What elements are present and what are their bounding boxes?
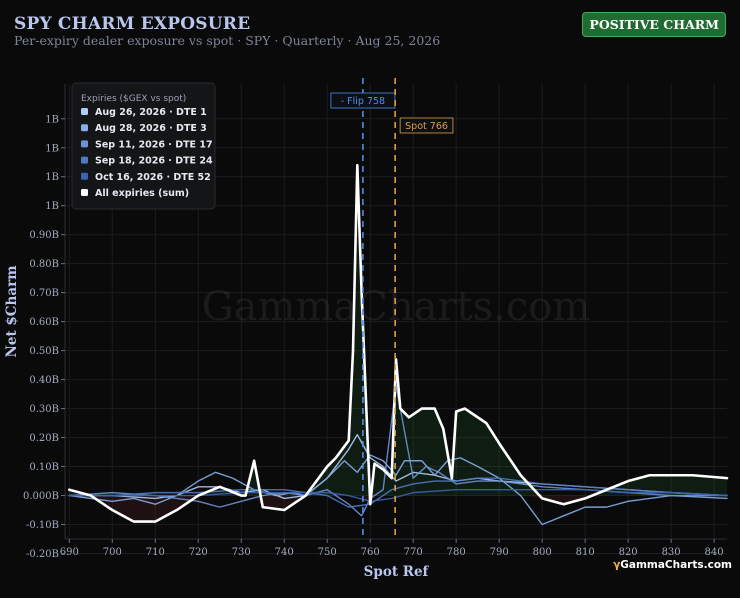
- x-tick-label: 820: [619, 547, 638, 558]
- y-tick-label: 1B: [45, 201, 59, 212]
- x-tick-label: 840: [705, 547, 724, 558]
- spot-callout-label: Spot 766: [405, 121, 448, 132]
- watermark: GammaCharts.com: [202, 284, 591, 330]
- x-tick-label: 780: [447, 547, 466, 558]
- y-axis-ticks: 1B 1B 1B 1B 0.90B 0.80B 0.70B 0.60B 0.50B 0.40B 0.…: [23, 114, 65, 560]
- y-tick-label: 0.000B: [23, 491, 59, 502]
- x-tick-label: 720: [189, 547, 208, 558]
- y-tick-label: 0.40B: [29, 375, 59, 386]
- y-tick-label: 0.90B: [29, 230, 59, 241]
- legend-item: Aug 26, 2026 · DTE 1: [95, 107, 207, 118]
- legend-swatch: [81, 156, 88, 164]
- legend-item: Oct 16, 2026 · DTE 52: [95, 172, 211, 183]
- x-tick-label: 830: [662, 547, 681, 558]
- y-tick-label: 0.80B: [29, 259, 59, 270]
- legend-item: All expiries (sum): [95, 188, 189, 199]
- legend-item: Sep 11, 2026 · DTE 17: [95, 139, 213, 150]
- y-tick-label: 1B: [45, 143, 59, 154]
- y-tick-label: 1B: [45, 172, 59, 183]
- y-tick-label: 0.10B: [29, 462, 59, 473]
- x-tick-label: 770: [404, 547, 423, 558]
- x-tick-label: 740: [275, 547, 294, 558]
- x-tick-label: 750: [318, 547, 337, 558]
- y-tick-label: 0.50B: [29, 346, 59, 357]
- legend-item: Sep 18, 2026 · DTE 24: [95, 156, 213, 167]
- y-tick-label: 0.30B: [29, 404, 59, 415]
- legend-title: Expiries ($GEX vs spot): [81, 94, 186, 104]
- y-tick-label: -0.20B: [26, 549, 59, 560]
- x-axis-label: Spot Ref: [364, 564, 430, 580]
- x-tick-label: 800: [533, 547, 552, 558]
- legend-item: Aug 28, 2026 · DTE 3: [95, 123, 207, 134]
- x-tick-label: 700: [103, 547, 122, 558]
- flip-callout-label: - Flip 758: [341, 96, 385, 107]
- x-tick-label: 690: [60, 547, 79, 558]
- y-tick-label: -0.10B: [26, 520, 59, 531]
- legend-swatch: [81, 108, 88, 115]
- legend-swatch: [81, 140, 88, 148]
- brand-logo: γGammaCharts.com: [613, 559, 732, 571]
- y-tick-label: 1B: [45, 114, 59, 125]
- x-tick-label: 810: [576, 547, 595, 558]
- y-tick-label: 0.20B: [29, 433, 59, 444]
- x-tick-label: 730: [232, 547, 251, 558]
- legend-swatch: [81, 124, 88, 132]
- x-tick-label: 760: [361, 547, 380, 558]
- x-tick-label: 790: [490, 547, 509, 558]
- legend: Expiries ($GEX vs spot) Aug 26, 2026 · D…: [71, 82, 216, 210]
- legend-swatch: [81, 189, 88, 196]
- brand-text: GammaCharts.com: [620, 559, 732, 571]
- x-tick-label: 710: [146, 547, 165, 558]
- y-axis-label: Net $Charm: [4, 266, 20, 358]
- y-tick-label: 0.60B: [29, 317, 59, 328]
- x-axis-ticks: 690 700 710 720 730 740 750 760 770 780 790 800 810 8…: [60, 539, 724, 558]
- y-tick-label: 0.70B: [29, 288, 59, 299]
- legend-swatch: [81, 172, 88, 180]
- charm-chart: GammaCharts.com - Flip 758 Spot 766 690 70…: [4, 78, 729, 580]
